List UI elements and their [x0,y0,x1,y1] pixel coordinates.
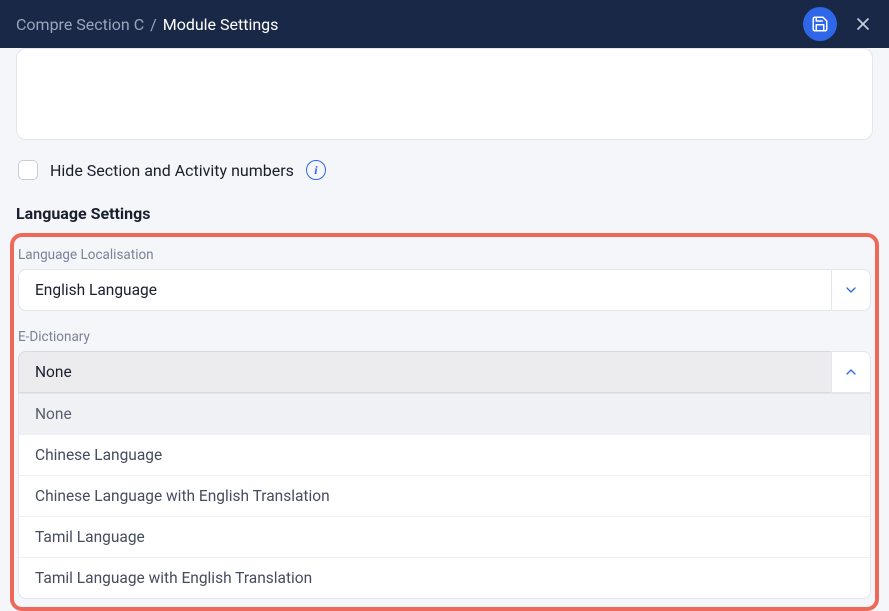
close-button[interactable] [849,10,877,38]
content-area: Hide Section and Activity numbers i Lang… [0,48,889,611]
localisation-select[interactable]: English Language [18,269,871,311]
language-settings-heading: Language Settings [16,204,873,223]
chevron-up-icon [843,364,859,380]
breadcrumb-parent[interactable]: Compre Section C [16,15,144,34]
breadcrumb-separator: / [150,15,157,34]
edictionary-label: E-Dictionary [18,329,873,345]
card-above [16,48,873,140]
hide-section-checkbox[interactable] [18,160,38,180]
hide-section-label: Hide Section and Activity numbers [50,161,294,180]
modal-header: Compre Section C / Module Settings [0,0,889,48]
breadcrumb-current: Module Settings [163,15,279,34]
edictionary-dropdown: None Chinese Language Chinese Language w… [18,393,871,599]
chevron-down-icon [843,282,859,298]
close-icon [853,14,873,34]
hide-section-row: Hide Section and Activity numbers i [18,160,873,180]
edictionary-option[interactable]: None [19,394,870,435]
info-icon[interactable]: i [306,160,326,180]
header-actions [803,7,877,41]
language-settings-highlight: Language Localisation English Language E… [10,233,879,611]
edictionary-chevron[interactable] [831,351,871,393]
edictionary-option[interactable]: Tamil Language with English Translation [19,558,870,598]
edictionary-option[interactable]: Tamil Language [19,517,870,558]
localisation-value[interactable]: English Language [18,269,831,311]
localisation-chevron[interactable] [831,269,871,311]
save-icon [811,15,829,33]
edictionary-value[interactable]: None [18,351,831,393]
edictionary-select[interactable]: None [18,351,871,393]
edictionary-option[interactable]: Chinese Language [19,435,870,476]
save-button[interactable] [803,7,837,41]
edictionary-option[interactable]: Chinese Language with English Translatio… [19,476,870,517]
breadcrumb: Compre Section C / Module Settings [16,15,278,34]
localisation-label: Language Localisation [18,247,873,263]
